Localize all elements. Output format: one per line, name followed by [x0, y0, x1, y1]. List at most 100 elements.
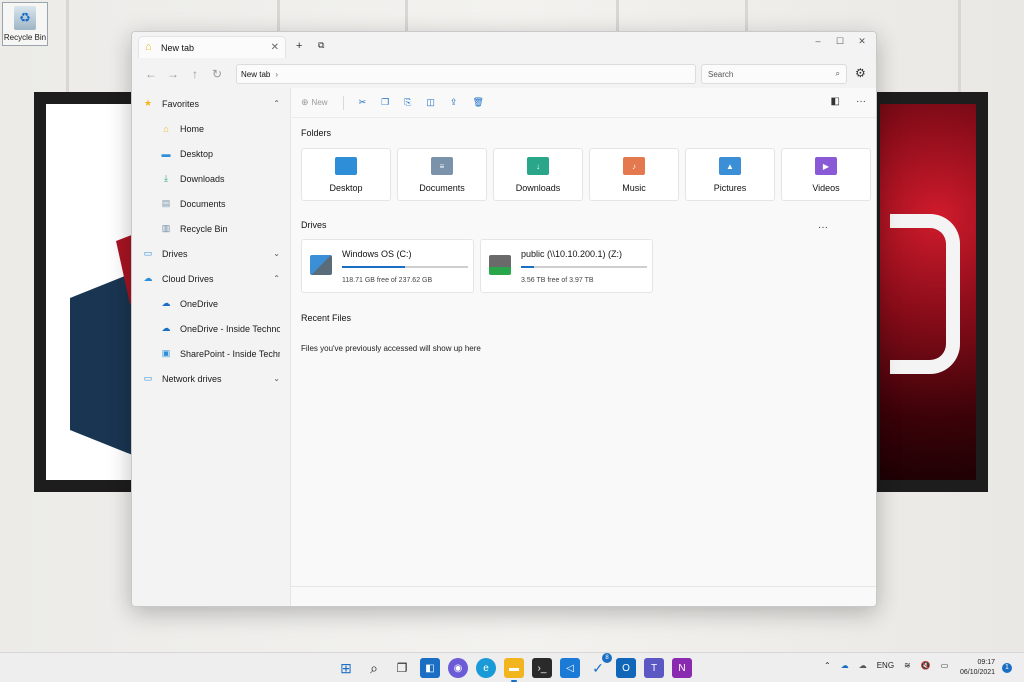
search-placeholder: Search [708, 69, 734, 79]
breadcrumb[interactable]: New tab [241, 70, 270, 79]
duplicate-tab-icon[interactable]: ⧉ [318, 40, 324, 51]
sidebar-item-downloads[interactable]: ⤓ Downloads [132, 166, 290, 191]
wall-panel-line [66, 0, 69, 95]
folder-card-videos[interactable]: ▶ Videos [781, 148, 871, 201]
folder-icon [335, 157, 357, 175]
drive-usage-bar [342, 266, 468, 268]
task-view-icon[interactable]: ❐ [392, 658, 412, 678]
sidebar-item-favorites[interactable]: ★ Favorites ⌃ [132, 91, 290, 116]
sidebar-item-drives[interactable]: ▭ Drives ⌄ [132, 241, 290, 266]
drives-grid: Windows OS (C:) 118.71 GB free of 237.62… [301, 239, 653, 293]
share-icon[interactable]: ⇪ [450, 97, 458, 108]
onedrive-icon[interactable]: ☁ [841, 661, 849, 670]
sidebar-item-label: Recycle Bin [180, 223, 228, 234]
search-icon[interactable]: ⌕ [364, 658, 384, 678]
drive-card-z[interactable]: public (\\10.10.200.1) (Z:) 3.56 TB free… [480, 239, 653, 293]
sidebar-item-home[interactable]: ⌂ Home [132, 116, 290, 141]
drive-card-c[interactable]: Windows OS (C:) 118.71 GB free of 237.62… [301, 239, 474, 293]
outlook-icon[interactable]: O [616, 658, 636, 678]
music-icon: ♪ [623, 157, 645, 175]
copy-icon[interactable]: ❐ [381, 97, 389, 108]
paste-icon[interactable]: ⎘ [404, 97, 411, 108]
sidebar-item-onedrive[interactable]: ☁ OneDrive [132, 291, 290, 316]
chevron-up-icon[interactable]: ⌃ [273, 274, 280, 283]
onenote-icon[interactable]: N [672, 658, 692, 678]
settings-gear-icon[interactable]: ⚙ [855, 66, 866, 80]
language-indicator[interactable]: ENG [877, 661, 894, 670]
folder-card-downloads[interactable]: ↓ Downloads [493, 148, 583, 201]
refresh-button[interactable]: ↻ [206, 67, 228, 81]
documents-icon: ≡ [431, 157, 453, 175]
new-button[interactable]: ⊕ New [301, 97, 328, 108]
vscode-icon[interactable]: ◁ [560, 658, 580, 678]
folder-card-music[interactable]: ♪ Music [589, 148, 679, 201]
drives-more-icon[interactable]: ··· [818, 222, 828, 233]
sidebar-item-label: OneDrive - Inside Techno [180, 323, 280, 334]
minimize-button[interactable]: – [808, 36, 828, 46]
close-window-button[interactable]: ✕ [852, 36, 872, 47]
cloud-icon[interactable]: ☁ [859, 661, 867, 670]
sidebar-item-cloud-drives[interactable]: ☁ Cloud Drives ⌃ [132, 266, 290, 291]
main-content: ⊕ New ✂ ❐ ⎘ ◫ ⇪ 🗑 ◧ ··· Folders Desktop … [290, 88, 876, 606]
notification-badge[interactable]: 1 [1002, 663, 1012, 673]
up-button[interactable]: ↑ [184, 67, 206, 81]
tab-new-tab[interactable]: ⌂ New tab ✕ [138, 36, 286, 58]
teams-chat-icon[interactable]: ◉ [448, 658, 468, 678]
chevron-up-icon[interactable]: ⌃ [824, 661, 831, 670]
close-tab-icon[interactable]: ✕ [271, 42, 279, 53]
command-bar: ⊕ New ✂ ❐ ⎘ ◫ ⇪ 🗑 ◧ ··· [291, 88, 876, 118]
recycle-bin-label: Recycle Bin [3, 33, 47, 42]
plus-circle-icon: ⊕ [301, 97, 309, 107]
widgets-icon[interactable]: ◧ [420, 658, 440, 678]
taskbar: ⊞ ⌕ ❐ ◧ ◉ e ▬ ›_ ◁ ✓ 8 O T N ⌃ ☁ ☁ ENG ≋… [0, 652, 1024, 682]
drive-icon: ▭ [143, 248, 153, 258]
address-bar[interactable]: New tab › [236, 64, 696, 84]
sidebar-item-recycle-bin[interactable]: ▥ Recycle Bin [132, 216, 290, 241]
documents-icon: ▤ [161, 198, 171, 208]
folder-card-pictures[interactable]: ▲ Pictures [685, 148, 775, 201]
sidebar-item-label: Drives [162, 248, 188, 259]
folder-label: Downloads [515, 183, 561, 193]
maximize-button[interactable]: ☐ [830, 36, 850, 47]
recycle-bin-desktop-icon[interactable]: ♻ Recycle Bin [2, 2, 48, 46]
file-explorer-icon[interactable]: ▬ [504, 658, 524, 682]
drives-heading: Drives [301, 220, 327, 230]
folder-card-documents[interactable]: ≡ Documents [397, 148, 487, 201]
sharepoint-icon: ▣ [161, 348, 171, 358]
details-pane-icon[interactable]: ◧ [831, 96, 840, 107]
folder-card-desktop[interactable]: Desktop [301, 148, 391, 201]
sidebar-item-documents[interactable]: ▤ Documents [132, 191, 290, 216]
folder-label: Desktop [329, 183, 363, 193]
more-options-icon[interactable]: ··· [856, 96, 866, 107]
sidebar-item-sharepoint[interactable]: ▣ SharePoint - Inside Techn [132, 341, 290, 366]
add-tab-button[interactable]: + [296, 40, 302, 52]
delete-icon[interactable]: 🗑 [472, 97, 483, 108]
back-button[interactable]: ← [140, 67, 162, 81]
videos-icon: ▶ [815, 157, 837, 175]
clock-time: 09:17 [977, 659, 996, 666]
sidebar-item-onedrive-inside-techno[interactable]: ☁ OneDrive - Inside Techno [132, 316, 290, 341]
chevron-down-icon[interactable]: ⌄ [273, 374, 280, 383]
sidebar-item-label: Home [180, 123, 205, 134]
search-input[interactable]: Search ⌕ [701, 64, 847, 84]
clock[interactable]: 09:17 06/10/2021 [960, 658, 995, 678]
sidebar-item-label: SharePoint - Inside Techn [180, 348, 280, 359]
forward-button[interactable]: → [162, 67, 184, 81]
volume-muted-icon[interactable]: 🔇 [921, 661, 931, 670]
terminal-icon[interactable]: ›_ [532, 658, 552, 678]
cut-icon[interactable]: ✂ [359, 97, 367, 108]
sidebar-item-label: OneDrive [180, 298, 219, 309]
edge-browser-icon[interactable]: e [476, 658, 496, 678]
chevron-up-icon[interactable]: ⌃ [273, 99, 280, 108]
teams-icon[interactable]: T [644, 658, 664, 678]
chevron-down-icon[interactable]: ⌄ [273, 249, 280, 258]
drive-usage-fill [342, 266, 405, 268]
rename-icon[interactable]: ◫ [426, 97, 435, 108]
sidebar-item-network-drives[interactable]: ▭ Network drives ⌄ [132, 366, 290, 391]
sidebar-item-desktop[interactable]: ▬ Desktop [132, 141, 290, 166]
wifi-icon[interactable]: ≋ [904, 661, 911, 670]
chevron-right-icon: › [275, 69, 279, 79]
battery-icon[interactable]: ▭ [941, 661, 949, 670]
start-button[interactable]: ⊞ [336, 658, 356, 678]
steam-icon[interactable]: ✓ 8 [588, 653, 612, 678]
